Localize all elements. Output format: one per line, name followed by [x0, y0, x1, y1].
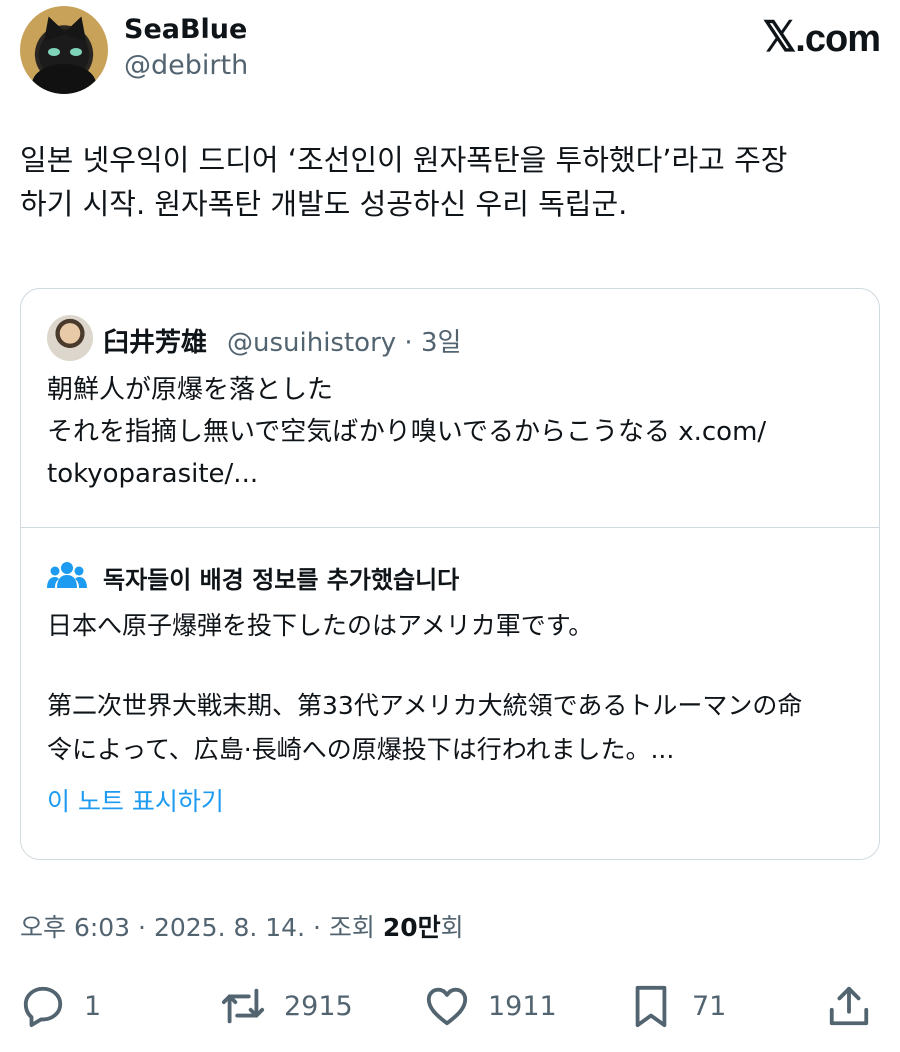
like-button[interactable]: 1911: [424, 978, 557, 1034]
tweet-header: SeaBlue @debirth 𝕏.com: [20, 6, 881, 96]
x-logo-icon: 𝕏: [762, 13, 796, 60]
tweet-actions-bar: 1 2915 1911 71: [0, 978, 900, 1038]
x-brand-logo: 𝕏.com: [762, 12, 881, 61]
tweet-meta: 오후 6:03 · 2025. 8. 14. · 조회 20만회: [20, 908, 464, 944]
share-icon: [829, 986, 869, 1026]
meta-separator: ·: [312, 913, 329, 942]
reply-icon: [23, 986, 63, 1028]
avatar-cat-eye: [70, 48, 82, 56]
repost-icon: [221, 988, 265, 1024]
note-paragraph-line: 第二次世界大戦末期、第33代アメリカ大統領であるトルーマンの命: [47, 691, 803, 720]
tweet-text-line: 하기 시작. 원자폭탄 개발도 성공하신 우리 독립군.: [20, 187, 628, 221]
quoted-tweet-card[interactable]: 臼井芳雄 @usuihistory · 3일 朝鮮人が原爆を落とした それを指摘…: [20, 288, 880, 860]
bookmark-button[interactable]: 71: [628, 978, 726, 1034]
people-icon: [47, 562, 87, 588]
reply-button[interactable]: 1: [20, 978, 101, 1034]
tweet-date[interactable]: 2025. 8. 14.: [154, 913, 305, 942]
note-paragraph: 日本へ原子爆弾を投下したのはアメリカ軍です。: [47, 611, 594, 640]
reply-count: 1: [84, 990, 102, 1022]
quoted-tweet-header: 臼井芳雄 @usuihistory · 3일: [47, 315, 847, 361]
bookmark-icon: [635, 985, 667, 1028]
quoted-text-line: 朝鮮人が原爆を落とした: [47, 375, 334, 405]
author-avatar[interactable]: [20, 6, 108, 94]
share-button[interactable]: [826, 978, 872, 1034]
author-handle[interactable]: @debirth: [124, 50, 248, 81]
quoted-author-avatar[interactable]: [47, 315, 93, 361]
community-note-body: 日本へ原子爆弾を投下したのはアメリカ軍です。 第二次世界大戦末期、第33代アメリ…: [47, 604, 857, 772]
like-count: 1911: [488, 990, 557, 1022]
views-label: 조회: [328, 913, 375, 942]
heart-icon: [426, 987, 468, 1026]
tweet-text: 일본 넷우익이 드디어 ‘조선인이 원자폭탄을 투하했다’라고 주장 하기 시작…: [20, 138, 880, 226]
community-note: 독자들이 배경 정보를 추가했습니다 日本へ原子爆弾を投下したのはアメリカ軍です…: [21, 527, 879, 859]
note-paragraph-line: 令によって、広島·長崎への原爆投下は行われました。...: [47, 735, 675, 764]
quoted-author-name[interactable]: 臼井芳雄: [103, 322, 207, 359]
quoted-text-line: tokyoparasite/...: [47, 459, 259, 489]
views-suffix: 회: [440, 913, 464, 942]
repost-button[interactable]: 2915: [220, 978, 353, 1034]
note-paragraph-gap: [47, 648, 857, 684]
avatar-cat-ear: [37, 12, 67, 42]
community-note-title: 독자들이 배경 정보를 추가했습니다: [103, 566, 460, 594]
bookmark-count: 71: [692, 990, 727, 1022]
meta-separator: ·: [138, 913, 154, 942]
tweet-time[interactable]: 오후 6:03: [20, 913, 130, 942]
tweet-text-line: 일본 넷우익이 드디어 ‘조선인이 원자폭탄을 투하했다’라고 주장: [20, 143, 788, 177]
views-count: 20만: [382, 913, 441, 942]
community-note-header: 독자들이 배경 정보를 추가했습니다: [47, 558, 847, 594]
quoted-author-handle-time: @usuihistory · 3일: [227, 328, 462, 358]
brand-text: .com: [795, 18, 881, 60]
avatar-cat-ear: [63, 12, 93, 42]
avatar-cat-body: [32, 64, 96, 94]
author-display-name[interactable]: SeaBlue: [124, 14, 247, 45]
avatar-cat-eye: [48, 48, 60, 56]
show-note-link[interactable]: 이 노트 표시하기: [47, 782, 224, 818]
quoted-text-line: それを指摘し無いで空気ばかり嗅いでるからこうなる x.com/: [47, 417, 767, 447]
quoted-tweet-text: 朝鮮人が原爆を落とした それを指摘し無いで空気ばかり嗅いでるからこうなる x.c…: [47, 369, 847, 495]
repost-count: 2915: [284, 990, 353, 1022]
